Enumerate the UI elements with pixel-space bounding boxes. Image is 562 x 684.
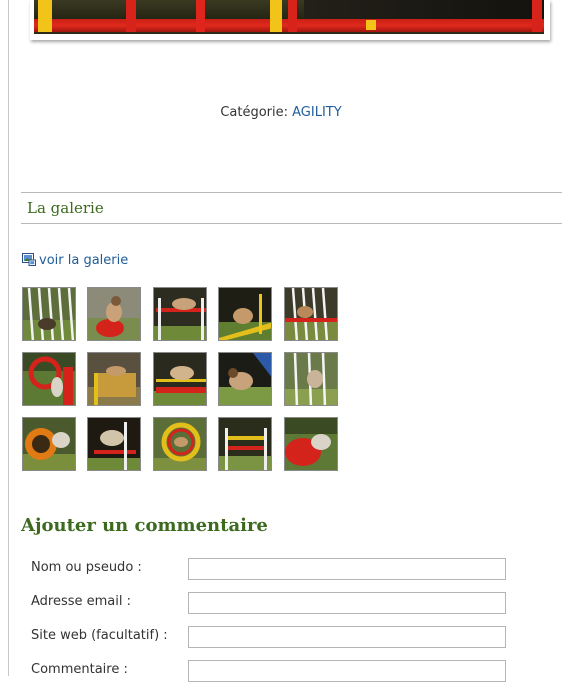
gallery-thumbnail[interactable] bbox=[22, 417, 76, 471]
gallery-thumbnail[interactable] bbox=[22, 352, 76, 406]
gallery-header: La galerie bbox=[21, 192, 562, 224]
gallery-thumbnail[interactable] bbox=[218, 417, 272, 471]
gallery-icon bbox=[22, 253, 36, 270]
add-comment-title: Ajouter un commentaire bbox=[21, 515, 268, 536]
name-label: Nom ou pseudo : bbox=[31, 560, 142, 575]
gallery-title: La galerie bbox=[27, 199, 104, 217]
gallery-thumbnail[interactable] bbox=[284, 417, 338, 471]
website-input[interactable] bbox=[188, 626, 506, 648]
gallery-thumbnail[interactable] bbox=[153, 287, 207, 341]
website-label: Site web (facultatif) : bbox=[31, 628, 168, 643]
gallery-thumbnail[interactable] bbox=[153, 417, 207, 471]
gallery-thumbnail[interactable] bbox=[218, 287, 272, 341]
category-link[interactable]: AGILITY bbox=[292, 105, 342, 120]
comment-textarea[interactable] bbox=[188, 660, 506, 682]
gallery-thumbnail[interactable] bbox=[87, 287, 141, 341]
gallery-thumbnail[interactable] bbox=[218, 352, 272, 406]
article-category: Catégorie: AGILITY bbox=[0, 105, 562, 120]
gallery-thumbnail[interactable] bbox=[22, 287, 76, 341]
gallery-thumbnail[interactable] bbox=[284, 352, 338, 406]
article-photo[interactable] bbox=[34, 0, 544, 34]
left-border-rule bbox=[8, 0, 9, 676]
view-gallery-link[interactable]: voir la galerie bbox=[22, 253, 128, 270]
gallery-thumbnail[interactable] bbox=[284, 287, 338, 341]
category-label: Catégorie: bbox=[220, 105, 288, 120]
comment-label: Commentaire : bbox=[31, 662, 128, 677]
email-label: Adresse email : bbox=[31, 594, 132, 609]
gallery-thumbnail[interactable] bbox=[87, 417, 141, 471]
name-input[interactable] bbox=[188, 558, 506, 580]
view-gallery-label: voir la galerie bbox=[39, 253, 129, 268]
email-input[interactable] bbox=[188, 592, 506, 614]
gallery-thumbnail[interactable] bbox=[87, 352, 141, 406]
gallery-thumbnail[interactable] bbox=[153, 352, 207, 406]
article-photo-frame bbox=[30, 0, 550, 40]
